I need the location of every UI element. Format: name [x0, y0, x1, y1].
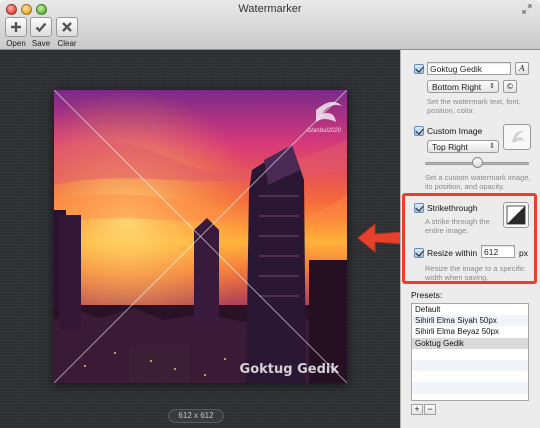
- annotation-highlight-box: [402, 193, 537, 284]
- help-line: Set a custom watermark image,: [425, 173, 531, 182]
- watermark-logo-icon: [512, 130, 524, 143]
- help-line: position, color.: [427, 106, 475, 115]
- fullscreen-icon[interactable]: [522, 4, 532, 14]
- clear-button[interactable]: [56, 17, 78, 37]
- presets-list[interactable]: Default Sihirli Elma Siyah 50px Sihirli …: [411, 303, 529, 401]
- checkmark-icon: [35, 22, 47, 33]
- x-icon: [62, 22, 72, 32]
- text-watermark-help: Set the watermark text, font, position, …: [427, 97, 521, 115]
- help-line: Set the watermark text, font,: [427, 97, 521, 106]
- preset-item-default[interactable]: Default: [412, 304, 528, 315]
- logo-watermark-text: istanbul2020: [306, 128, 341, 134]
- save-button[interactable]: [30, 17, 52, 37]
- window-titlebar: Watermarker Open Save Clear: [0, 0, 540, 50]
- presets-label: Presets:: [411, 290, 443, 300]
- preset-empty-row: [412, 359, 528, 372]
- text-watermark: Goktug Gedik: [239, 362, 339, 377]
- clear-label: Clear: [57, 39, 77, 48]
- sunset-cityscape-photo: [54, 90, 347, 383]
- image-canvas: istanbul2020 Goktug Gedik 612 x 612: [0, 50, 400, 428]
- open-label: Open: [6, 39, 26, 48]
- custom-image-checkbox[interactable]: [414, 126, 424, 136]
- copyright-button[interactable]: ©: [503, 80, 517, 93]
- preset-item-siyah[interactable]: Sihirli Elma Siyah 50px: [412, 315, 528, 327]
- watermark-text-field[interactable]: Goktug Gedik: [427, 62, 511, 75]
- preview-image[interactable]: istanbul2020 Goktug Gedik: [54, 90, 347, 383]
- open-tool[interactable]: Open: [3, 17, 29, 48]
- chevron-updown-icon: ⇕: [489, 83, 495, 90]
- open-button[interactable]: [5, 17, 27, 37]
- save-label: Save: [31, 39, 51, 48]
- image-watermark-help: Set a custom watermark image, its positi…: [425, 173, 530, 191]
- plus-icon: [11, 22, 21, 32]
- help-line: its position, and opacity.: [425, 182, 505, 191]
- chevron-updown-icon: ⇕: [489, 143, 495, 150]
- preset-empty-row: [412, 382, 528, 394]
- opacity-slider-knob[interactable]: [471, 157, 483, 168]
- arrow-left-icon: [357, 222, 404, 254]
- image-position-select[interactable]: Top Right ⇕: [427, 140, 499, 153]
- image-position-value: Top Right: [432, 142, 468, 152]
- add-preset-button[interactable]: +: [411, 404, 423, 415]
- image-size-badge: 612 x 612: [168, 409, 224, 423]
- text-position-value: Bottom Right: [432, 82, 482, 92]
- remove-preset-button[interactable]: −: [424, 404, 436, 415]
- clear-tool[interactable]: Clear: [54, 17, 80, 48]
- watermark-image-well[interactable]: [503, 124, 531, 150]
- preset-item-beyaz[interactable]: Sihirli Elma Beyaz 50px: [412, 326, 528, 337]
- preset-item-goktug[interactable]: Goktug Gedik: [412, 337, 528, 349]
- custom-image-label: Custom Image: [427, 126, 483, 136]
- font-button[interactable]: A: [515, 62, 529, 75]
- save-tool[interactable]: Save: [28, 17, 54, 48]
- text-position-select[interactable]: Bottom Right ⇕: [427, 80, 499, 93]
- preset-empty-row: [412, 349, 528, 360]
- preset-empty-row: [412, 371, 528, 382]
- text-watermark-checkbox[interactable]: [414, 64, 424, 74]
- window-title: Watermarker: [238, 3, 302, 15]
